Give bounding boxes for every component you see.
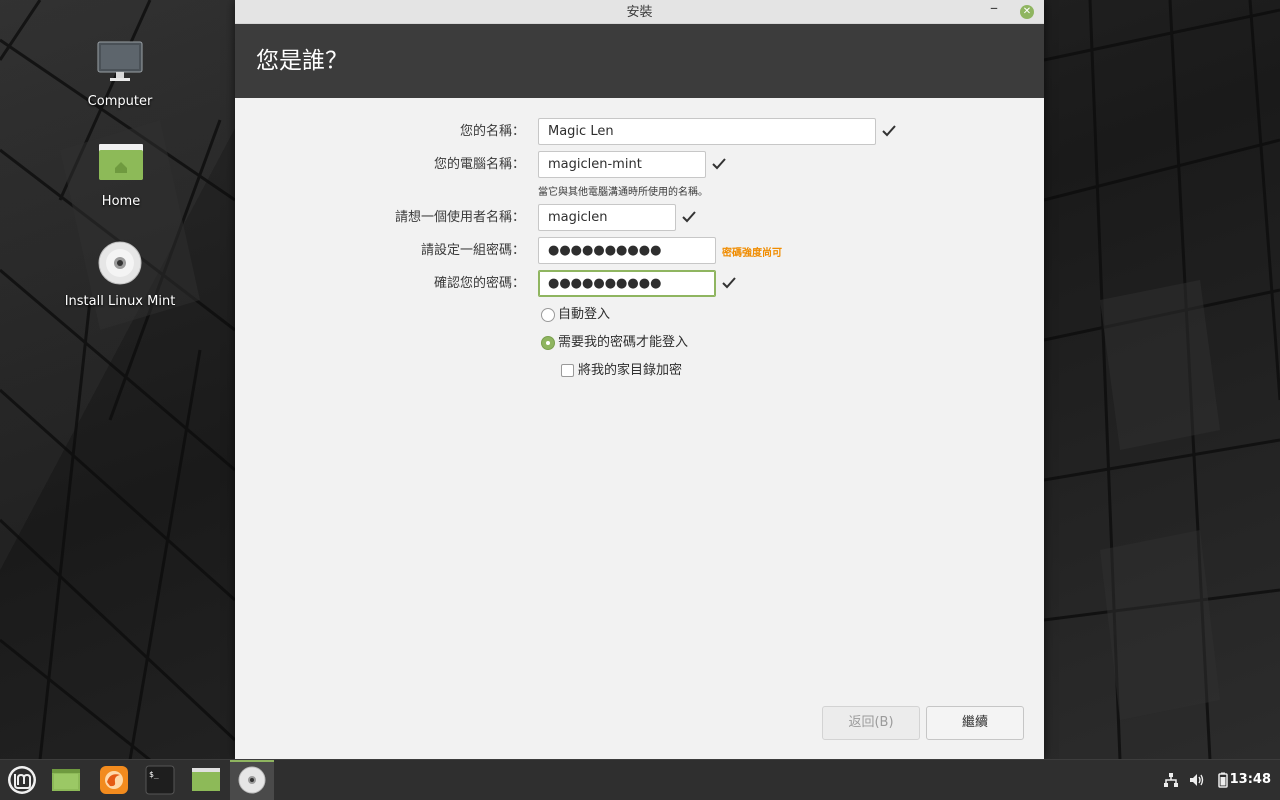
taskbar-firefox[interactable]	[92, 760, 136, 800]
computer-name-label: 您的電腦名稱：	[433, 157, 525, 172]
mint-menu-button[interactable]	[0, 760, 44, 800]
files-icon	[52, 769, 80, 791]
encrypt-home-label: 將我的家目錄加密	[578, 363, 683, 378]
username-field[interactable]: magiclen	[538, 204, 676, 231]
installer-disc-icon	[238, 766, 266, 794]
check-icon	[882, 125, 896, 137]
desktop-icon-computer[interactable]: Computer	[60, 40, 180, 109]
encrypt-home-checkbox[interactable]	[561, 364, 574, 377]
close-icon: ✕	[1022, 6, 1032, 17]
battery-icon[interactable]	[1215, 772, 1231, 788]
desktop-icon-home[interactable]: Home	[61, 140, 181, 209]
minimize-icon: –	[990, 0, 998, 17]
confirm-password-field[interactable]: ●●●●●●●●●●	[538, 270, 716, 297]
network-icon[interactable]	[1163, 772, 1179, 788]
continue-button[interactable]: 繼續	[926, 706, 1024, 740]
auto-login-label: 自動登入	[558, 307, 611, 322]
password-field[interactable]: ●●●●●●●●●●	[538, 237, 716, 264]
desktop-icon-label: Computer	[87, 94, 153, 109]
back-button[interactable]: 返回(B)	[822, 706, 920, 740]
folder-home-icon	[97, 140, 145, 188]
confirm-password-label: 確認您的密碼：	[433, 276, 525, 291]
desktop-icon-label: Install Linux Mint	[64, 294, 176, 309]
require-password-label: 需要我的密碼才能登入	[558, 335, 689, 350]
name-value: Magic Len	[548, 124, 614, 139]
taskbar: $_ 13:48	[0, 759, 1280, 800]
taskbar-files[interactable]	[44, 760, 88, 800]
computer-name-value: magiclen-mint	[548, 157, 642, 172]
mint-menu-icon	[8, 766, 36, 794]
name-field[interactable]: Magic Len	[538, 118, 876, 145]
check-icon	[722, 277, 736, 289]
window-titlebar[interactable]: 安裝 – ✕	[235, 0, 1044, 24]
page-heading: 您是誰？	[235, 24, 1044, 98]
require-password-radio[interactable]	[541, 336, 555, 350]
username-label: 請想一個使用者名稱：	[394, 210, 525, 225]
check-icon	[682, 211, 696, 223]
form-area: 您的名稱： Magic Len 您的電腦名稱： magiclen-mint 當它…	[235, 98, 1044, 759]
desktop-icon-install[interactable]: Install Linux Mint	[60, 240, 180, 309]
confirm-password-value: ●●●●●●●●●●	[548, 276, 662, 291]
computer-name-field[interactable]: magiclen-mint	[538, 151, 706, 178]
computer-name-hint: 當它與其他電腦溝通時所使用的名稱。	[538, 187, 708, 198]
name-label: 您的名稱：	[459, 124, 525, 139]
monitor-icon	[96, 40, 144, 88]
window-title: 安裝	[626, 5, 653, 20]
folder-icon	[192, 768, 220, 791]
close-button[interactable]: ✕	[1020, 5, 1034, 19]
taskbar-terminal[interactable]: $_	[138, 760, 182, 800]
clock[interactable]: 13:48	[1230, 772, 1271, 787]
disc-icon	[96, 240, 144, 288]
username-value: magiclen	[548, 210, 608, 225]
taskbar-folder[interactable]	[184, 760, 228, 800]
taskbar-installer[interactable]	[230, 760, 274, 800]
check-icon	[712, 158, 726, 170]
auto-login-radio[interactable]	[541, 308, 555, 322]
volume-icon[interactable]	[1189, 772, 1205, 788]
firefox-icon	[100, 766, 128, 794]
desktop-icon-label: Home	[101, 194, 141, 209]
svg-text:$_: $_	[149, 770, 159, 779]
password-label: 請設定一組密碼：	[420, 243, 525, 258]
password-value: ●●●●●●●●●●	[548, 243, 662, 258]
terminal-icon: $_	[145, 765, 175, 795]
password-strength-label: 密碼強度尚可	[722, 248, 782, 259]
minimize-button[interactable]: –	[984, 0, 1004, 22]
installer-window: 安裝 – ✕ 您是誰？ 您的名稱： Magic Len 您的電腦名稱： magi…	[235, 0, 1044, 759]
